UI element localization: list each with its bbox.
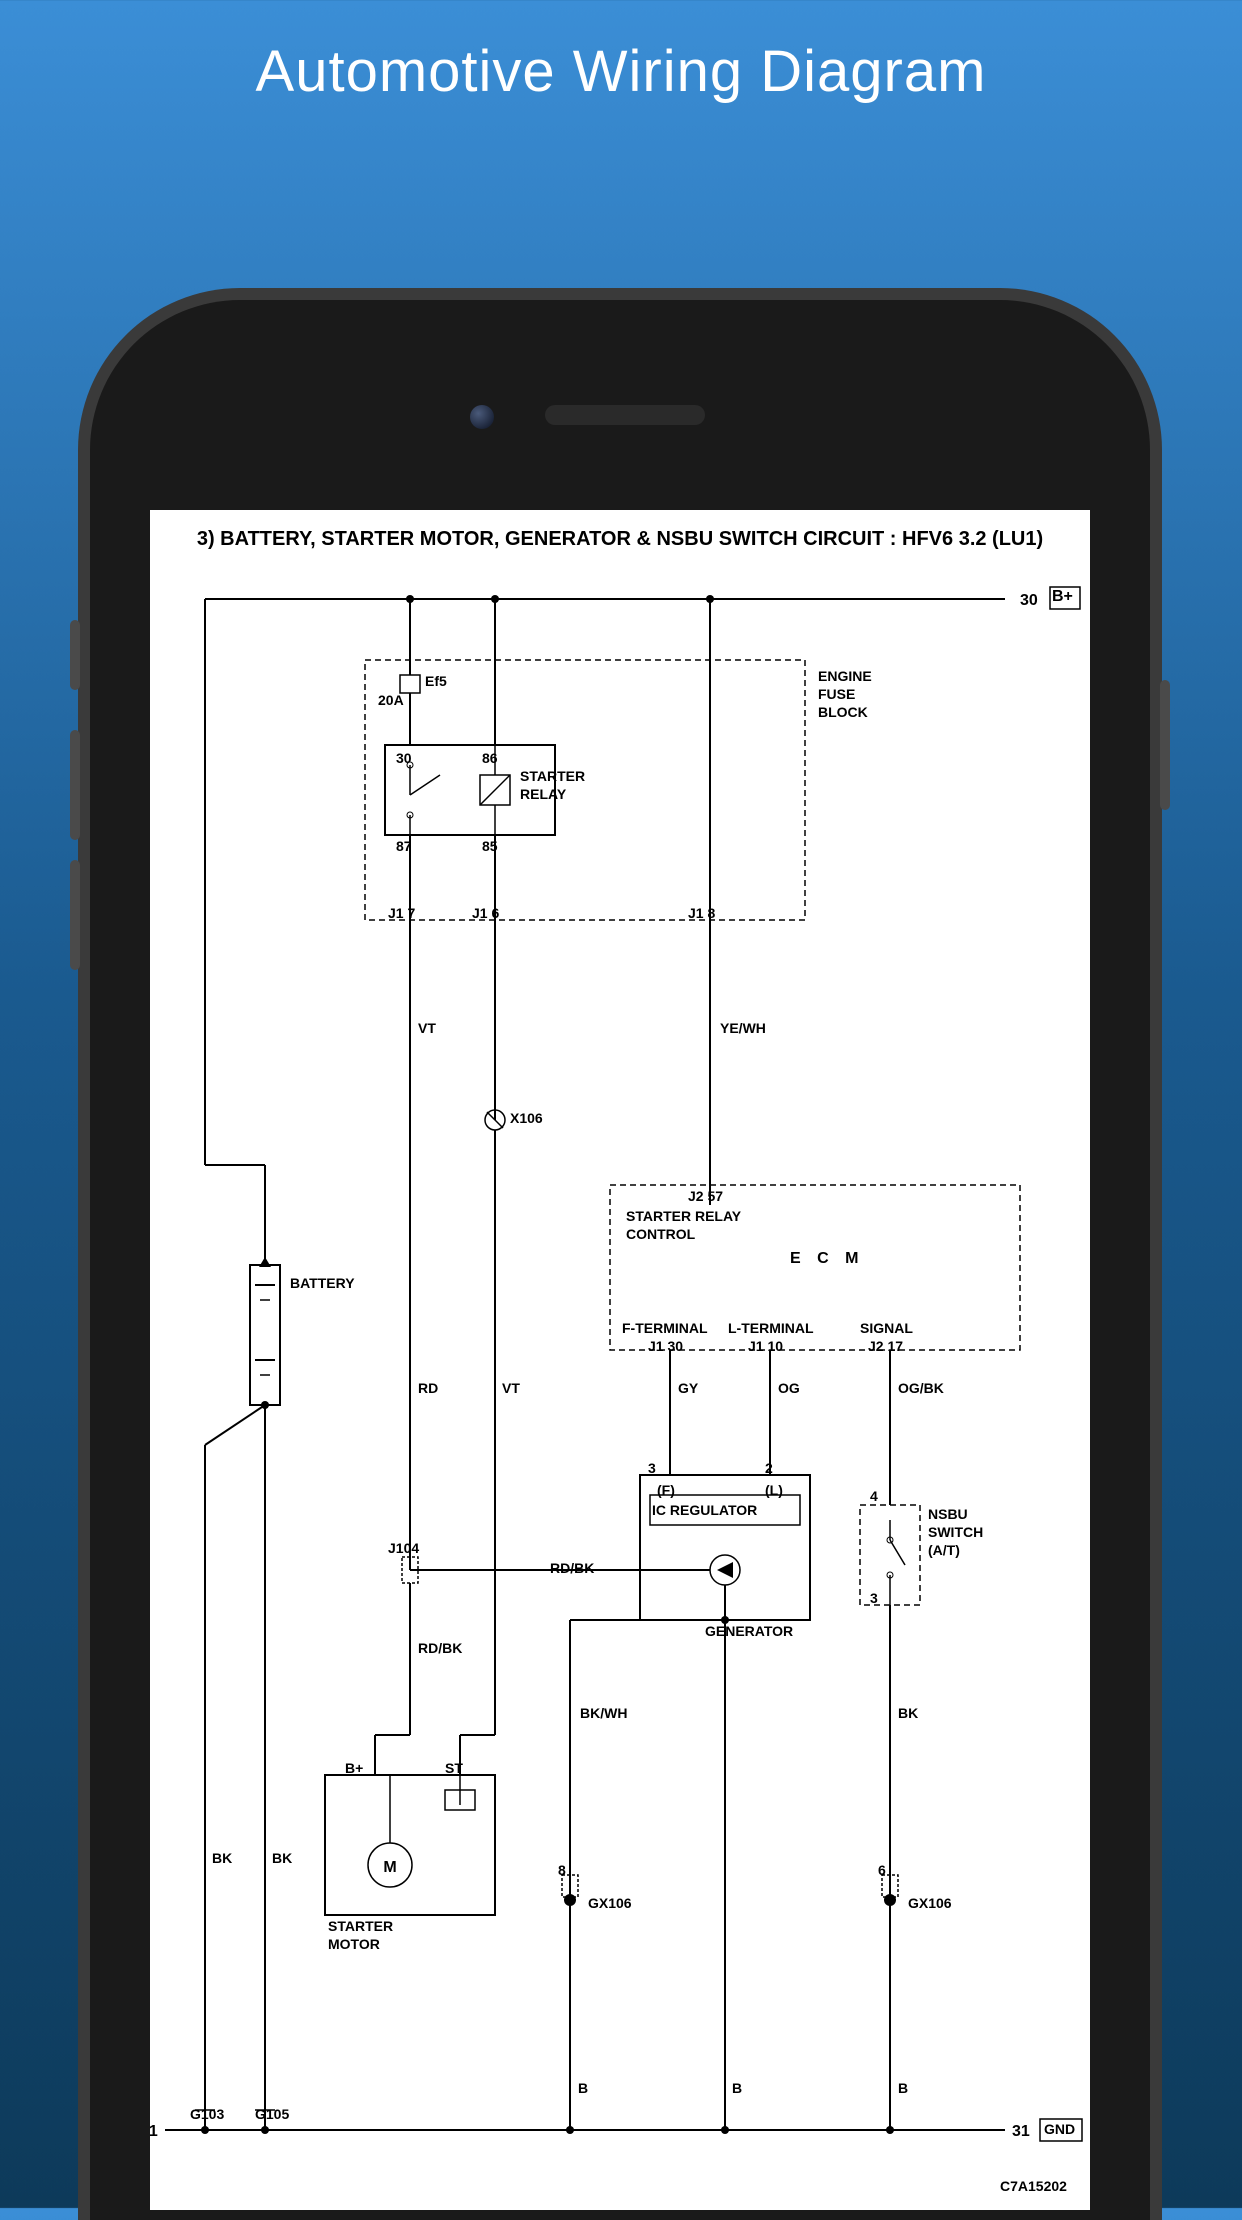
svg-text:31: 31: [150, 2123, 158, 2140]
gen-l: (L): [765, 1482, 783, 1498]
starter-relay-1: STARTER: [520, 768, 585, 784]
fuse-rating: 20A: [378, 692, 404, 708]
wiring-diagram-svg: 30: [150, 565, 1090, 2205]
wire-ogbk: OG/BK: [898, 1380, 944, 1396]
j1-8: J1 8: [688, 905, 715, 921]
wire-b1: B: [578, 2080, 588, 2096]
j2-17: J2 17: [868, 1338, 903, 1354]
starter-relay-2: RELAY: [520, 786, 566, 802]
g105-label: G105: [255, 2106, 289, 2122]
starter-motor-1: STARTER: [328, 1918, 393, 1934]
gx106-2: GX106: [908, 1895, 952, 1911]
relay-85: 85: [482, 838, 498, 854]
wire-og: OG: [778, 1380, 800, 1396]
gen-pin2: 2: [765, 1460, 773, 1476]
engine-label: ENGINE: [818, 668, 872, 684]
starter-bplus: B+: [345, 1760, 363, 1776]
wire-rdbk2: RD/BK: [418, 1640, 462, 1656]
nsbu-2: SWITCH: [928, 1524, 983, 1540]
x106-label: X106: [510, 1110, 543, 1126]
phone-speaker-icon: [545, 405, 705, 425]
wire-bk1: BK: [212, 1850, 232, 1866]
svg-text:M: M: [383, 1859, 396, 1876]
starter-st: ST: [445, 1760, 463, 1776]
relay-87: 87: [396, 838, 412, 854]
power-button: [1160, 680, 1170, 810]
j1-6: J1 6: [472, 905, 499, 921]
nsbu-pin4: 4: [870, 1488, 878, 1504]
wire-rdbk1: RD/BK: [550, 1560, 594, 1576]
wiring-diagram[interactable]: 3) BATTERY, STARTER MOTOR, GENERATOR & N…: [150, 510, 1090, 2210]
fuse-name: Ef5: [425, 673, 447, 689]
volume-up-button: [70, 730, 80, 840]
svg-text:30: 30: [1020, 592, 1038, 609]
j1-7: J1 7: [388, 905, 415, 921]
page-title: Automotive Wiring Diagram: [0, 0, 1242, 105]
j104-label: J104: [388, 1540, 419, 1556]
starter-motor-2: MOTOR: [328, 1936, 380, 1952]
volume-down-button: [70, 860, 80, 970]
generator-label: GENERATOR: [705, 1623, 793, 1639]
relay-86: 86: [482, 750, 498, 766]
j1-30: J1 30: [648, 1338, 683, 1354]
block-label: BLOCK: [818, 704, 868, 720]
bplus-label: B+: [1052, 588, 1073, 606]
ic-regulator: IC REGULATOR: [652, 1502, 757, 1518]
doc-number: C7A15202: [1000, 2178, 1067, 2194]
f-terminal: F-TERMINAL: [622, 1320, 708, 1336]
wire-bkwh: BK/WH: [580, 1705, 627, 1721]
wire-b2: B: [732, 2080, 742, 2096]
phone-frame: 3) BATTERY, STARTER MOTOR, GENERATOR & N…: [90, 300, 1150, 2220]
l-terminal: L-TERMINAL: [728, 1320, 814, 1336]
gx106-pin8: 8: [558, 1862, 566, 1878]
g103-label: G103: [190, 2106, 224, 2122]
nsbu-pin3: 3: [870, 1590, 878, 1606]
gx106-1: GX106: [588, 1895, 632, 1911]
phone-screen[interactable]: 3) BATTERY, STARTER MOTOR, GENERATOR & N…: [150, 510, 1090, 2210]
battery-label: BATTERY: [290, 1275, 355, 1291]
nsbu-3: (A/T): [928, 1542, 960, 1558]
gen-pin3: 3: [648, 1460, 656, 1476]
gnd-label: GND: [1044, 2121, 1075, 2137]
gx106-pin6: 6: [878, 1862, 886, 1878]
fuse-block-label: FUSE: [818, 686, 855, 702]
svg-text:31: 31: [1012, 2123, 1030, 2140]
wire-vt1: VT: [418, 1020, 436, 1036]
wire-b3: B: [898, 2080, 908, 2096]
relay-30: 30: [396, 750, 412, 766]
j1-10: J1 10: [748, 1338, 783, 1354]
wire-bk2: BK: [272, 1850, 292, 1866]
wire-gy: GY: [678, 1380, 698, 1396]
ecm-label: E C M: [790, 1250, 864, 1268]
phone-camera-icon: [470, 405, 494, 429]
wire-yewh: YE/WH: [720, 1020, 766, 1036]
nsbu-1: NSBU: [928, 1506, 968, 1522]
wire-bk3: BK: [898, 1705, 918, 1721]
gen-f: (F): [657, 1482, 675, 1498]
wire-rd: RD: [418, 1380, 438, 1396]
signal-label: SIGNAL: [860, 1320, 913, 1336]
mute-switch: [70, 620, 80, 690]
control-label: CONTROL: [626, 1226, 695, 1242]
starter-relay-control: STARTER RELAY: [626, 1208, 741, 1224]
diagram-title: 3) BATTERY, STARTER MOTOR, GENERATOR & N…: [150, 510, 1090, 563]
wire-vt2: VT: [502, 1380, 520, 1396]
j2-57: J2 57: [688, 1188, 723, 1204]
